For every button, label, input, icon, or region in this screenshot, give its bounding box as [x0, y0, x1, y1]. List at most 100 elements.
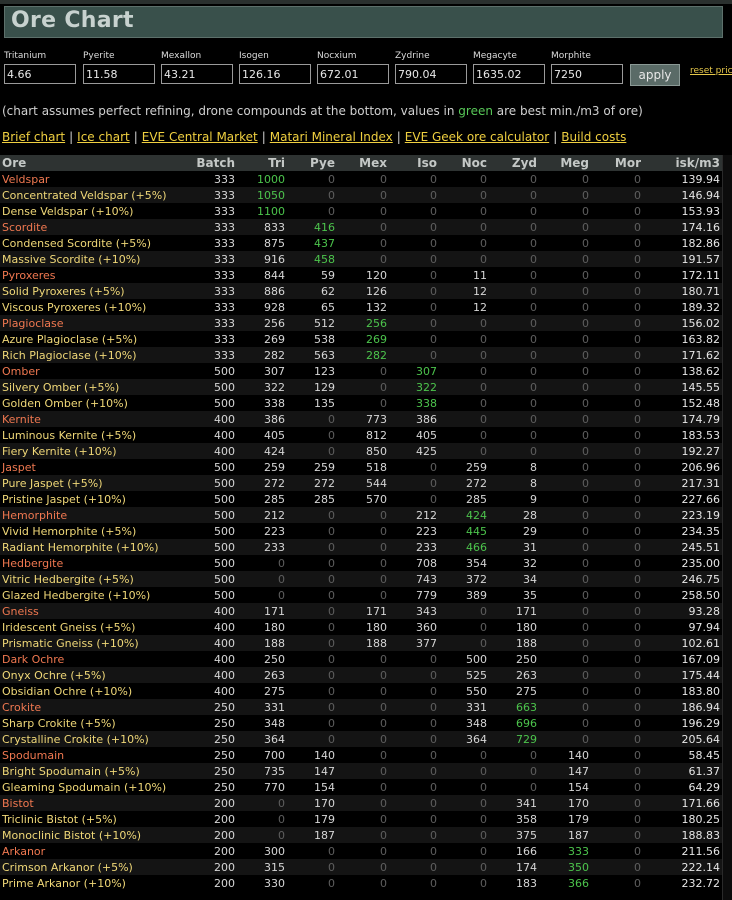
column-header-batch[interactable]: Batch [182, 155, 237, 171]
price-input-nocxium[interactable] [317, 64, 389, 84]
cell-pye: 147 [314, 764, 335, 778]
cell-mex: 0 [380, 668, 387, 682]
cell-mor: 0 [634, 476, 641, 490]
cell-mor: 0 [634, 188, 641, 202]
table-row: Gneiss 400 171 0 171 343 0 171 0 0 93.28 [0, 603, 722, 619]
price-input-mexallon[interactable] [161, 64, 233, 84]
price-input-isogen[interactable] [239, 64, 311, 84]
cell-mex: 0 [380, 588, 387, 602]
price-input-megacyte[interactable] [473, 64, 545, 84]
cell-meg: 0 [582, 236, 589, 250]
cell-zyd: 0 [530, 268, 537, 282]
price-field-morphite: Morphite [551, 50, 623, 84]
cell-meg: 147 [568, 764, 589, 778]
ore-name: Veldspar [2, 172, 50, 186]
cell-tri: 223 [264, 524, 285, 538]
reset-prices-link[interactable]: reset pric [690, 66, 732, 76]
column-header-pye[interactable]: Pye [287, 155, 337, 171]
ore-name: Jaspet [2, 460, 36, 474]
ore-name: Plagioclase [2, 316, 64, 330]
cell-tri: 1050 [257, 188, 285, 202]
nav-link-ice-chart[interactable]: Ice chart [77, 130, 130, 144]
cell-meg: 140 [568, 748, 589, 762]
column-header-noc[interactable]: Noc [439, 155, 489, 171]
cell-zyd: 31 [523, 540, 537, 554]
price-label: Tritanium [4, 51, 47, 61]
price-input-zydrine[interactable] [395, 64, 467, 84]
cell-batch: 200 [214, 812, 235, 826]
cell-iso: 0 [430, 812, 437, 826]
cell-isk-m3: 191.57 [681, 252, 721, 266]
cell-batch: 500 [214, 492, 235, 506]
cell-noc: 0 [480, 844, 487, 858]
column-header-zyd[interactable]: Zyd [489, 155, 539, 171]
scrollbar[interactable] [722, 155, 732, 900]
cell-batch: 250 [214, 748, 235, 762]
cell-isk-m3: 139.94 [681, 172, 721, 186]
cell-pye: 0 [328, 860, 335, 874]
table-row: Golden Omber (+10%) 500 338 135 0 338 0 0 0 0 152.… [0, 395, 722, 411]
nav-link-brief-chart[interactable]: Brief chart [2, 130, 65, 144]
cell-isk-m3: 258.50 [681, 588, 721, 602]
cell-mor: 0 [634, 220, 641, 234]
column-header-mor[interactable]: Mor [591, 155, 643, 171]
cell-pye: 187 [314, 828, 335, 842]
cell-noc: 0 [480, 428, 487, 442]
cell-zyd: 0 [530, 380, 537, 394]
cell-noc: 0 [480, 220, 487, 234]
nav-link-build-costs[interactable]: Build costs [561, 130, 626, 144]
column-header-isk-m3[interactable]: isk/m3 [643, 155, 722, 171]
price-input-pyerite[interactable] [83, 64, 155, 84]
cell-mor: 0 [634, 732, 641, 746]
cell-meg: 366 [568, 876, 589, 890]
cell-mex: 0 [380, 540, 387, 554]
cell-batch: 333 [214, 284, 235, 298]
cell-iso: 338 [416, 396, 437, 410]
table-row: Gleaming Spodumain (+10%) 250 770 154 0 0 0 0 15… [0, 779, 722, 795]
cell-tri: 386 [264, 412, 285, 426]
nav-link-eve-central-market[interactable]: EVE Central Market [142, 130, 258, 144]
nav-link-eve-geek-ore-calculator[interactable]: EVE Geek ore calculator [405, 130, 549, 144]
cell-mor: 0 [634, 780, 641, 794]
cell-noc: 0 [480, 780, 487, 794]
cell-zyd: 0 [530, 172, 537, 186]
cell-iso: 0 [430, 188, 437, 202]
link-separator: | [261, 130, 266, 144]
cell-mex: 0 [380, 828, 387, 842]
cell-pye: 179 [314, 812, 335, 826]
ore-name: Crimson Arkanor (+5%) [2, 860, 133, 874]
cell-zyd: 9 [530, 492, 537, 506]
cell-isk-m3: 183.53 [681, 428, 721, 442]
cell-pye: 129 [314, 380, 335, 394]
cell-mor: 0 [634, 204, 641, 218]
nav-link-matari-mineral-index[interactable]: Matari Mineral Index [270, 130, 393, 144]
cell-mex: 0 [380, 796, 387, 810]
cell-noc: 0 [480, 396, 487, 410]
cell-batch: 250 [214, 764, 235, 778]
price-input-tritanium[interactable] [4, 64, 76, 84]
column-header-tri[interactable]: Tri [237, 155, 287, 171]
column-header-meg[interactable]: Meg [539, 155, 591, 171]
cell-isk-m3: 205.64 [681, 732, 721, 746]
cell-batch: 400 [214, 444, 235, 458]
note-text-before: (chart assumes perfect refining, drone c… [2, 104, 459, 118]
column-header-ore[interactable]: Ore [0, 155, 182, 171]
ore-name: Rich Plagioclase (+10%) [2, 348, 137, 362]
cell-meg: 0 [582, 204, 589, 218]
cell-iso: 0 [430, 348, 437, 362]
ore-name: Viscous Pyroxeres (+10%) [2, 300, 147, 314]
cell-batch: 333 [214, 316, 235, 330]
column-header-mex[interactable]: Mex [337, 155, 389, 171]
apply-button[interactable]: apply [630, 64, 680, 86]
cell-noc: 0 [480, 332, 487, 346]
cell-tri: 272 [264, 476, 285, 490]
price-input-morphite[interactable] [551, 64, 623, 84]
ore-name: Onyx Ochre (+5%) [2, 668, 106, 682]
cell-batch: 200 [214, 844, 235, 858]
cell-pye: 0 [328, 620, 335, 634]
cell-tri: 0 [278, 796, 285, 810]
cell-mex: 773 [366, 412, 387, 426]
column-header-iso[interactable]: Iso [389, 155, 439, 171]
cell-mor: 0 [634, 540, 641, 554]
cell-noc: 0 [480, 236, 487, 250]
